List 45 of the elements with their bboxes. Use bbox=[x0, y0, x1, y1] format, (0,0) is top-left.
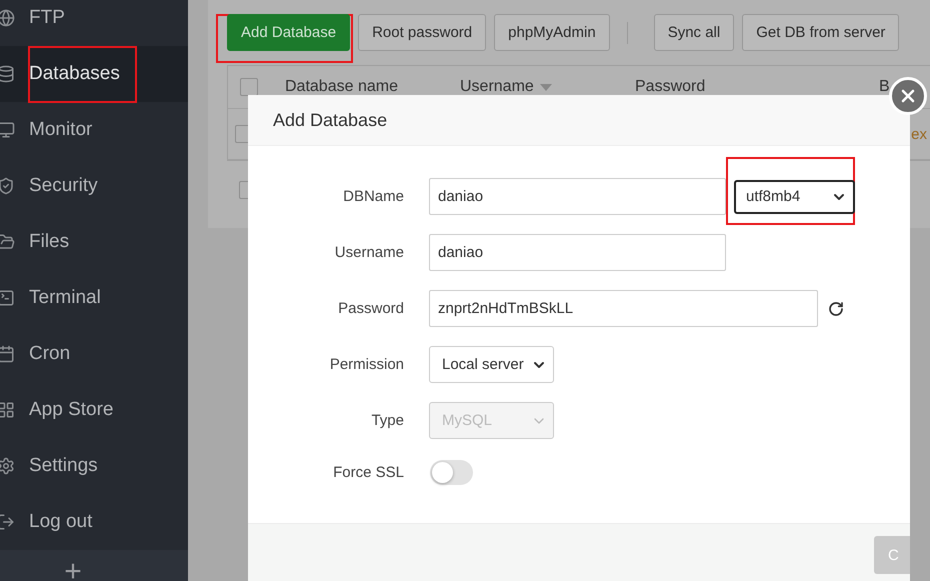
calendar-icon bbox=[0, 345, 15, 363]
refresh-icon[interactable] bbox=[828, 300, 844, 316]
column-header[interactable]: Database name bbox=[285, 78, 460, 96]
field-label: Permission bbox=[328, 356, 404, 373]
column-header[interactable]: Username bbox=[460, 78, 635, 96]
text-field[interactable]: daniao bbox=[429, 178, 726, 215]
sidebar-item[interactable]: Monitor bbox=[0, 102, 188, 158]
logout-icon bbox=[0, 513, 15, 531]
toggle-switch[interactable] bbox=[430, 460, 473, 485]
sidebar-item[interactable]: Security bbox=[0, 158, 188, 214]
sort-caret-icon bbox=[540, 84, 552, 90]
grid-icon bbox=[0, 401, 15, 419]
toolbar-button[interactable]: Add Database bbox=[227, 14, 350, 51]
field-label: Force SSL bbox=[332, 464, 404, 481]
column-header[interactable]: Password bbox=[635, 78, 879, 96]
globe-icon bbox=[0, 9, 15, 27]
field-label: Password bbox=[337, 300, 404, 317]
sidebar-item[interactable]: FTP bbox=[0, 0, 188, 46]
sidebar-item[interactable]: App Store bbox=[0, 382, 188, 438]
toolbar-button[interactable]: phpMyAdmin bbox=[494, 14, 610, 51]
sidebar-item[interactable]: Cron bbox=[0, 326, 188, 382]
field-label: Username bbox=[334, 244, 404, 261]
sidebar-item[interactable]: Databases bbox=[0, 46, 188, 102]
shield-icon bbox=[0, 177, 15, 195]
sidebar-item[interactable]: Log out bbox=[0, 494, 188, 550]
database-icon bbox=[0, 65, 15, 83]
field-label: DBName bbox=[342, 188, 404, 205]
toolbar-button[interactable]: Root password bbox=[358, 14, 486, 51]
toolbar-button[interactable]: Sync all bbox=[654, 14, 734, 51]
sidebar-item[interactable]: Files bbox=[0, 214, 188, 270]
password-field[interactable]: znprt2nHdTmBSkLL bbox=[429, 290, 818, 327]
terminal-icon bbox=[0, 289, 15, 307]
add-button[interactable]: + bbox=[64, 557, 82, 581]
field-label: Type bbox=[370, 412, 404, 429]
toolbar-button[interactable]: Get DB from server bbox=[742, 14, 900, 51]
charset-select[interactable]: utf8mb4 bbox=[734, 180, 855, 214]
text-field[interactable]: daniao bbox=[429, 234, 726, 271]
dialog-title: Add Database bbox=[273, 110, 388, 130]
sidebar-item[interactable]: Terminal bbox=[0, 270, 188, 326]
settings-icon bbox=[0, 457, 15, 475]
folder-icon bbox=[0, 233, 15, 251]
table-cell: ex bbox=[911, 126, 927, 142]
select-field[interactable]: Local server bbox=[429, 346, 554, 383]
sidebar-item[interactable]: Settings bbox=[0, 438, 188, 494]
monitor-icon bbox=[0, 121, 15, 139]
